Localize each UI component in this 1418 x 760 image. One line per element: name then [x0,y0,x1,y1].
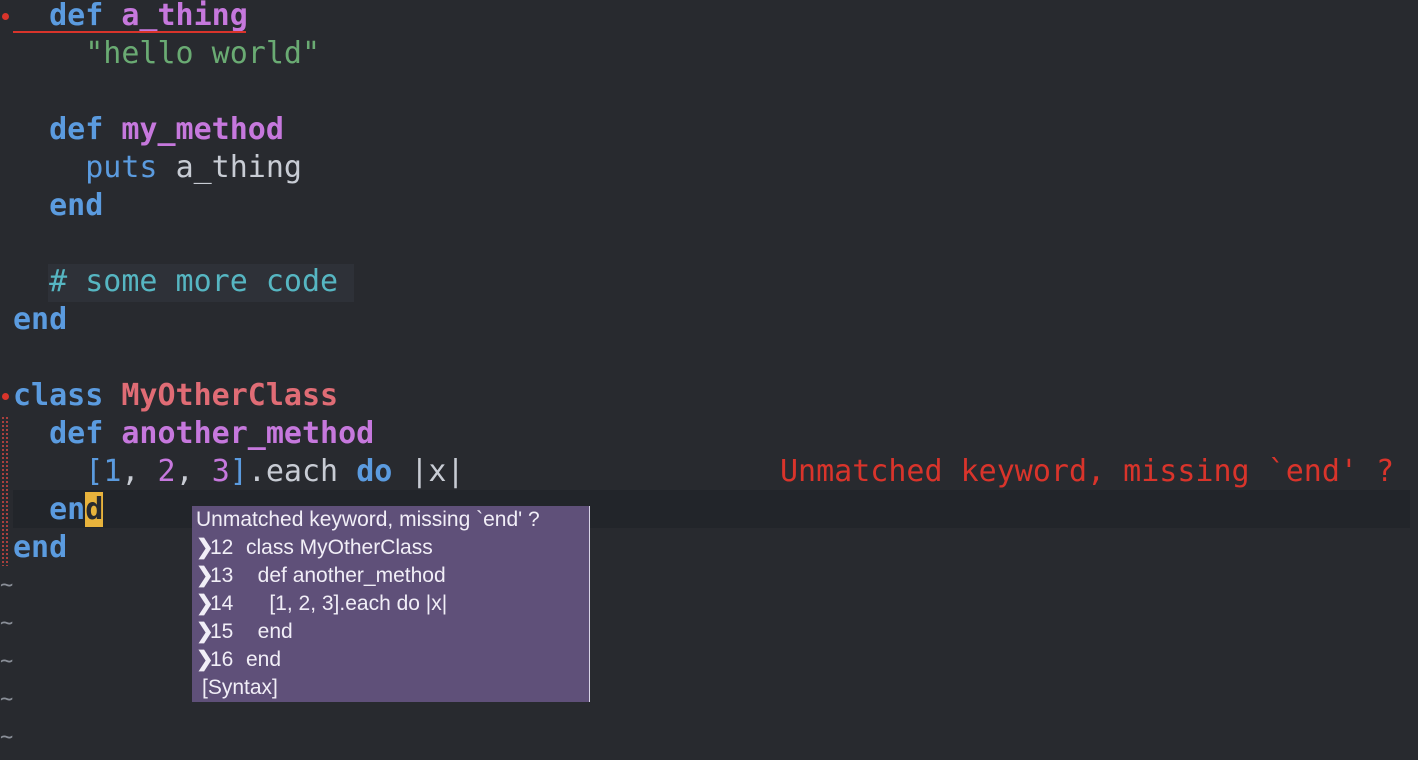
keyword: def [49,0,104,33]
line-number: 13 [210,564,234,587]
code-line-1[interactable]: def a_thing [13,0,248,35]
method-call: .each [247,454,339,489]
popup-context-line: ❯15 end [196,618,293,646]
keyword: def [49,112,104,147]
popup-context-line: ❯16 end [196,646,281,674]
number: 2 [157,454,176,489]
code-line-12[interactable]: def another_method [13,415,374,453]
keyword: end [13,530,68,565]
keyword: en [49,492,86,527]
class-name: MyOtherClass [121,378,339,413]
code-line-9[interactable]: end [13,301,67,339]
code-line-14[interactable]: end [13,491,104,529]
bracket: [ [85,454,104,489]
string-literal: "hello world" [85,36,321,71]
popup-message: Unmatched keyword, missing `end' ? [196,508,540,531]
keyword: class [13,378,104,413]
block-params: |x| [410,454,465,489]
error-sign-icon [2,393,9,400]
keyword: do [356,454,393,489]
empty-line-marker: ~ [0,649,14,674]
separator: , [175,454,212,489]
empty-line-marker: ~ [0,611,14,636]
method-name: another_method [121,416,375,451]
chevron-right-icon: ❯ [196,564,214,587]
chevron-right-icon: ❯ [196,620,214,643]
diagnostic-virtual-text: Unmatched keyword, missing `end' ? [780,454,1395,489]
popup-context-line: ❯12 class MyOtherClass [196,534,433,562]
line-number: 16 [210,648,234,671]
comment: # some more code [49,264,339,299]
identifier: a_thing [175,150,302,185]
code-editor[interactable]: def a_thing "hello world" def my_method … [0,0,1418,760]
diagnostic-popup: Unmatched keyword, missing `end' ? ❯12 cl… [192,506,590,702]
keyword: end [49,188,104,223]
chevron-right-icon: ❯ [196,592,214,615]
method-name: a_thing [121,0,248,33]
context-code: [1, 2, 3].each do |x| [246,592,448,615]
bracket: ] [229,454,248,489]
code-line-4[interactable]: def my_method [13,111,284,149]
context-code: end [246,620,293,643]
popup-context-line: ❯14 [1, 2, 3].each do |x| [196,590,447,618]
error-underline [13,31,246,33]
method-name: my_method [121,112,284,147]
popup-source: [Syntax] [202,676,278,699]
context-code: class MyOtherClass [246,536,433,559]
separator: , [121,454,158,489]
text-cursor: d [85,492,104,527]
empty-line-marker: ~ [0,725,14,750]
code-line-11[interactable]: class MyOtherClass [13,377,338,415]
context-code: end [246,648,282,671]
code-line-6[interactable]: end [13,187,103,225]
line-number: 12 [210,536,234,559]
builtin-call: puts [85,150,158,185]
chevron-right-icon: ❯ [196,648,214,671]
number: 3 [211,454,230,489]
line-number: 15 [210,620,234,643]
error-range-marker [1,416,10,566]
code-line-5[interactable]: puts a_thing [13,149,302,187]
line-number: 14 [210,592,234,615]
context-code: def another_method [246,564,446,587]
number: 1 [103,454,122,489]
error-sign-icon [2,13,9,20]
code-line-15[interactable]: end [13,529,67,567]
popup-context-line: ❯13 def another_method [196,562,446,590]
chevron-right-icon: ❯ [196,536,214,559]
keyword: end [13,302,68,337]
empty-line-marker: ~ [0,687,14,712]
keyword: def [49,416,104,451]
code-line-2[interactable]: "hello world" [13,35,320,73]
code-line-13[interactable]: [1, 2, 3].each do |x| [13,453,465,491]
code-line-8[interactable]: # some more code [13,263,338,301]
empty-line-marker: ~ [0,573,14,598]
